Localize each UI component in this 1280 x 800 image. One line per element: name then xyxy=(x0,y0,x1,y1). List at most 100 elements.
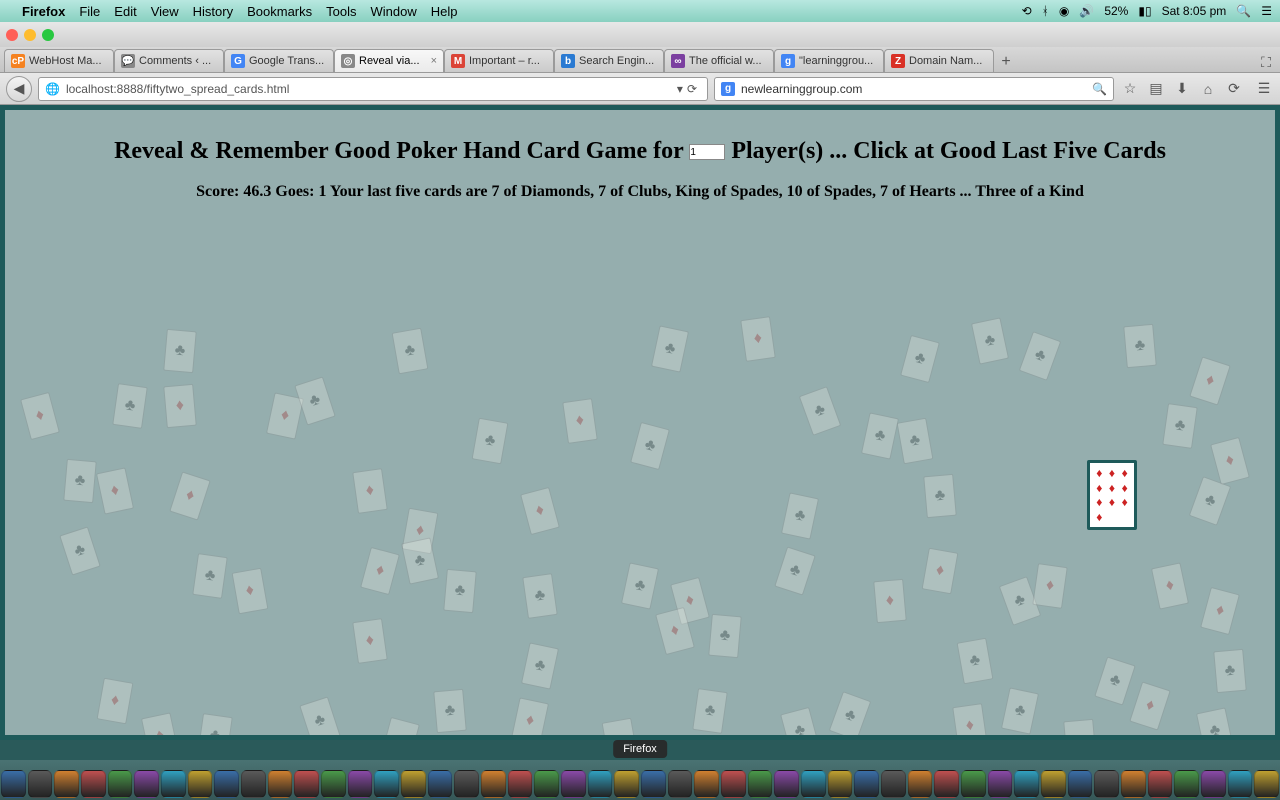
wifi-icon[interactable]: ◉ xyxy=(1059,4,1069,18)
search-bar[interactable]: g newlearninggroup.com 🔍 xyxy=(714,77,1114,101)
playing-card[interactable]: ♣ xyxy=(1123,324,1157,368)
playing-card[interactable]: ♣ xyxy=(971,317,1009,364)
bookmarks-list-icon[interactable]: ▤ xyxy=(1146,79,1166,99)
bookmark-star-icon[interactable]: ☆ xyxy=(1120,79,1140,99)
playing-card[interactable]: ♦ xyxy=(1129,681,1171,730)
playing-card[interactable]: ♣ xyxy=(1189,476,1232,526)
clock[interactable]: Sat 8:05 pm xyxy=(1162,4,1227,18)
dock-app-icon[interactable] xyxy=(508,770,533,798)
dock-app-icon[interactable] xyxy=(1094,770,1119,798)
playing-card[interactable]: ♦ xyxy=(352,468,388,514)
playing-card[interactable]: ♦ xyxy=(1032,563,1068,609)
sync-icon[interactable]: ⟳ xyxy=(1224,79,1244,99)
playing-card[interactable]: ♣ xyxy=(923,474,957,518)
dock-app-icon[interactable] xyxy=(641,770,666,798)
playing-card[interactable]: ♣ xyxy=(443,569,477,613)
window-minimize-button[interactable] xyxy=(24,29,36,41)
search-go-icon[interactable]: 🔍 xyxy=(1092,82,1107,96)
playing-card[interactable]: ♦ xyxy=(163,384,197,428)
window-close-button[interactable] xyxy=(6,29,18,41)
time-machine-icon[interactable]: ⟲ xyxy=(1022,4,1032,18)
dock-app-icon[interactable] xyxy=(908,770,933,798)
playing-card[interactable]: ♦ xyxy=(360,547,400,595)
browser-tab[interactable]: g"learninggrou... xyxy=(774,49,884,72)
playing-card[interactable]: ♦ xyxy=(380,717,420,740)
window-zoom-button[interactable] xyxy=(42,29,54,41)
playing-card[interactable]: ♦ xyxy=(1210,437,1250,485)
url-bar[interactable]: 🌐 localhost:8888/fiftytwo_spread_cards.h… xyxy=(38,77,708,101)
playing-card[interactable]: ♣ xyxy=(861,412,899,459)
site-identity-icon[interactable]: 🌐 xyxy=(45,82,60,96)
hamburger-menu-icon[interactable]: ☰ xyxy=(1254,79,1274,99)
menu-window[interactable]: Window xyxy=(371,4,417,19)
dock-app-icon[interactable] xyxy=(401,770,426,798)
dock-app-icon[interactable] xyxy=(1174,770,1199,798)
dock-app-icon[interactable] xyxy=(721,770,746,798)
dock-app-icon[interactable] xyxy=(54,770,79,798)
dock-app-icon[interactable] xyxy=(294,770,319,798)
playing-card[interactable]: ♣ xyxy=(1019,331,1062,381)
playing-card[interactable]: ♣ xyxy=(1213,649,1247,693)
volume-icon[interactable]: 🔊 xyxy=(1079,4,1094,18)
new-tab-button[interactable]: + xyxy=(994,52,1018,72)
playing-card[interactable]: ♦ xyxy=(1189,356,1231,405)
dock-app-icon[interactable] xyxy=(1068,770,1093,798)
menu-history[interactable]: History xyxy=(193,4,233,19)
dock-app-icon[interactable] xyxy=(134,770,159,798)
playing-card[interactable]: ♣ xyxy=(1094,656,1136,705)
playing-card[interactable]: ♣ xyxy=(522,573,558,619)
browser-tab[interactable]: ◎Reveal via...× xyxy=(334,49,444,72)
dock-app-icon[interactable] xyxy=(561,770,586,798)
playing-card[interactable]: ♣ xyxy=(781,492,819,539)
dock-app-icon[interactable] xyxy=(774,770,799,798)
dock-app-icon[interactable] xyxy=(241,770,266,798)
browser-tab[interactable]: bSearch Engin... xyxy=(554,49,664,72)
dock-app-icon[interactable] xyxy=(1041,770,1066,798)
playing-card[interactable]: ♣ xyxy=(63,459,97,503)
dock-app-icon[interactable] xyxy=(588,770,613,798)
playing-card[interactable]: ♣ xyxy=(621,562,659,609)
reload-button[interactable]: ⟳ xyxy=(683,82,701,96)
dock-app-icon[interactable] xyxy=(614,770,639,798)
menu-help[interactable]: Help xyxy=(431,4,458,19)
browser-tab[interactable]: MImportant – r... xyxy=(444,49,554,72)
dock-app-icon[interactable] xyxy=(961,770,986,798)
playing-card[interactable]: ♣ xyxy=(630,422,670,470)
playing-card[interactable]: ♦ xyxy=(97,678,134,725)
highlighted-card[interactable]: ♦♦♦♦♦♦♦♦♦♦ xyxy=(1087,460,1137,530)
playing-card[interactable]: ♣ xyxy=(708,614,742,658)
dock-app-icon[interactable] xyxy=(454,770,479,798)
playing-card[interactable]: ♣ xyxy=(392,328,429,375)
spotlight-icon[interactable]: 🔍 xyxy=(1236,4,1251,18)
playing-card[interactable]: ♦ xyxy=(1151,562,1189,609)
playing-card[interactable]: ♦ xyxy=(562,398,598,444)
dock-app-icon[interactable] xyxy=(1228,770,1253,798)
playing-card[interactable]: ♣ xyxy=(900,335,940,383)
playing-card[interactable]: ♦ xyxy=(169,471,211,520)
dock-app-icon[interactable] xyxy=(854,770,879,798)
app-menu[interactable]: Firefox xyxy=(22,4,65,19)
dock-app-icon[interactable] xyxy=(828,770,853,798)
menu-bookmarks[interactable]: Bookmarks xyxy=(247,4,312,19)
playing-card[interactable]: ♣ xyxy=(692,688,728,734)
card-field[interactable]: ♣♣♣♦♣♣♣♣♦♦♣♦♦♣♣♦♣♣♣♣♣♦♣♦♦♦♦♦♣♣♣♣♣♦♦♣♣♣♣♦… xyxy=(5,210,1275,735)
playing-card[interactable]: ♣ xyxy=(774,546,816,595)
playing-card[interactable]: ♦ xyxy=(952,703,988,740)
menu-view[interactable]: View xyxy=(151,4,179,19)
playing-card[interactable]: ♦ xyxy=(20,392,60,440)
playing-card[interactable]: ♣ xyxy=(401,537,439,584)
browser-tab[interactable]: cPWebHost Ma... xyxy=(4,49,114,72)
playing-card[interactable]: ♦ xyxy=(1063,719,1097,740)
playing-card[interactable]: ♣ xyxy=(59,526,101,575)
playing-card[interactable]: ♦ xyxy=(96,467,134,514)
bluetooth-icon[interactable]: ᚼ xyxy=(1042,4,1049,18)
dock-app-icon[interactable] xyxy=(534,770,559,798)
playing-card[interactable]: ♦ xyxy=(740,316,776,362)
playing-card[interactable]: ♣ xyxy=(192,553,228,599)
back-button[interactable]: ◀ xyxy=(6,76,32,102)
playing-card[interactable]: ♣ xyxy=(829,691,872,740)
dock-app-icon[interactable] xyxy=(268,770,293,798)
dock-app-icon[interactable] xyxy=(374,770,399,798)
playing-card[interactable]: ♣ xyxy=(651,325,689,372)
fullscreen-icon[interactable]: ⛶ xyxy=(1256,52,1276,72)
